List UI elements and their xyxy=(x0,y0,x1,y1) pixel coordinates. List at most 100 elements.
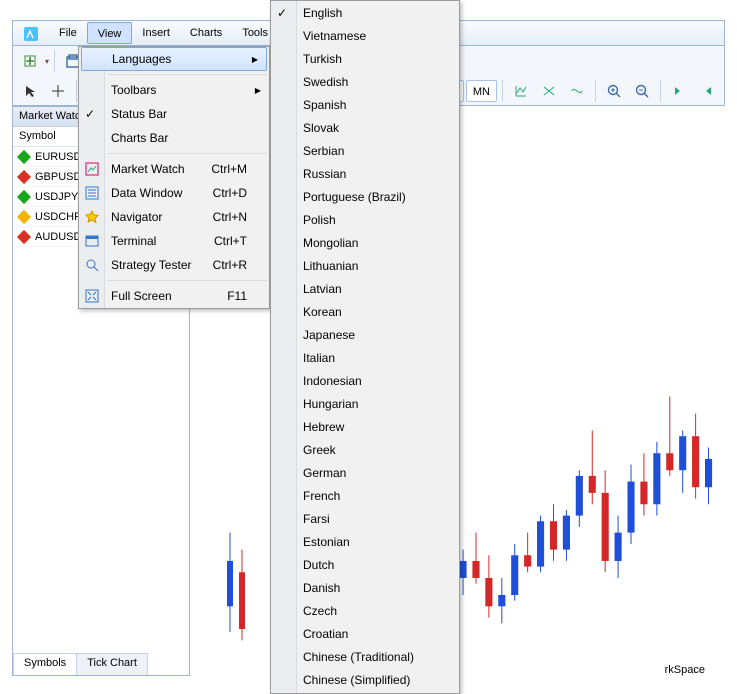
shortcut-label: Ctrl+T xyxy=(214,234,247,248)
language-label: Estonian xyxy=(303,535,350,549)
hold-arrow-icon xyxy=(17,209,31,223)
language-lithuanian[interactable]: Lithuanian xyxy=(271,254,459,277)
app-icon xyxy=(17,22,45,46)
language-dutch[interactable]: Dutch xyxy=(271,553,459,576)
view-menu-navigator[interactable]: NavigatorCtrl+N xyxy=(79,205,269,229)
language-label: Hebrew xyxy=(303,420,344,434)
language-label: Hungarian xyxy=(303,397,358,411)
up-arrow-icon xyxy=(17,149,31,163)
language-label: Dutch xyxy=(303,558,334,572)
menu-item-label: Toolbars xyxy=(111,83,156,97)
down-arrow-icon xyxy=(17,229,31,243)
language-label: Chinese (Traditional) xyxy=(303,650,414,664)
menu-separator xyxy=(107,153,267,154)
language-label: Korean xyxy=(303,305,342,319)
language-portuguese-brazil-[interactable]: Portuguese (Brazil) xyxy=(271,185,459,208)
language-slovak[interactable]: Slovak xyxy=(271,116,459,139)
indicator-button-3[interactable] xyxy=(564,79,590,103)
menu-item-label: Status Bar xyxy=(111,107,167,121)
cursor-tool[interactable] xyxy=(17,79,43,103)
new-chart-button[interactable] xyxy=(17,49,43,73)
up-arrow-icon xyxy=(17,189,31,203)
step-back-button[interactable] xyxy=(666,79,692,103)
view-menu-status-bar[interactable]: ✓ Status Bar xyxy=(79,102,269,126)
language-polish[interactable]: Polish xyxy=(271,208,459,231)
view-menu-languages[interactable]: Languages▶ xyxy=(81,47,267,71)
language-japanese[interactable]: Japanese xyxy=(271,323,459,346)
timeframe-mn[interactable]: MN xyxy=(466,80,497,102)
symbol-label: GBPUSD xyxy=(35,171,81,183)
view-menu-charts-bar[interactable]: Charts Bar xyxy=(79,126,269,150)
menu-item-label: Terminal xyxy=(111,234,156,248)
language-label: Latvian xyxy=(303,282,342,296)
menu-item-label: Data Window xyxy=(111,186,182,200)
language-german[interactable]: German xyxy=(271,461,459,484)
language-czech[interactable]: Czech xyxy=(271,599,459,622)
symbol-label: EURUSD xyxy=(35,151,81,163)
language-label: Spanish xyxy=(303,98,346,112)
indicator-button-1[interactable] xyxy=(508,79,534,103)
view-menu-data-window[interactable]: Data Window Ctrl+D xyxy=(79,181,269,205)
view-menu-terminal[interactable]: Terminal Ctrl+T xyxy=(79,229,269,253)
language-label: Russian xyxy=(303,167,346,181)
menu-charts[interactable]: Charts xyxy=(180,21,232,45)
language-label: Polish xyxy=(303,213,336,227)
menu-item-label: Charts Bar xyxy=(111,131,168,145)
view-menu-market-watch[interactable]: Market Watch Ctrl+M xyxy=(79,157,269,181)
market-watch-tab-tick-chart[interactable]: Tick Chart xyxy=(76,653,148,675)
language-label: Italian xyxy=(303,351,335,365)
view-menu-full-screen[interactable]: Full ScreenF11 xyxy=(79,284,269,308)
symbol-label: USDCHF xyxy=(35,211,81,223)
crosshair-tool[interactable] xyxy=(45,79,71,103)
language-hebrew[interactable]: Hebrew xyxy=(271,415,459,438)
check-icon: ✓ xyxy=(277,6,287,20)
language-label: French xyxy=(303,489,340,503)
indicator-button-2[interactable] xyxy=(536,79,562,103)
language-italian[interactable]: Italian xyxy=(271,346,459,369)
language-danish[interactable]: Danish xyxy=(271,576,459,599)
shortcut-label: Ctrl+D xyxy=(213,186,247,200)
language-serbian[interactable]: Serbian xyxy=(271,139,459,162)
market-watch-tabs: SymbolsTick Chart xyxy=(13,653,189,675)
menu-item-label: Navigator xyxy=(111,210,162,224)
language-greek[interactable]: Greek xyxy=(271,438,459,461)
menu-insert[interactable]: Insert xyxy=(132,21,180,45)
language-chinese-simplified-[interactable]: Chinese (Simplified) xyxy=(271,668,459,691)
menu-view[interactable]: View xyxy=(87,22,133,44)
language-farsi[interactable]: Farsi xyxy=(271,507,459,530)
language-label: Chinese (Simplified) xyxy=(303,673,410,687)
language-indonesian[interactable]: Indonesian xyxy=(271,369,459,392)
zoom-out-button[interactable] xyxy=(629,79,655,103)
market-watch-tab-symbols[interactable]: Symbols xyxy=(13,653,77,675)
language-latvian[interactable]: Latvian xyxy=(271,277,459,300)
view-menu-strategy-tester[interactable]: Strategy TesterCtrl+R xyxy=(79,253,269,277)
language-estonian[interactable]: Estonian xyxy=(271,530,459,553)
language-russian[interactable]: Russian xyxy=(271,162,459,185)
menu-file[interactable]: File xyxy=(49,21,87,45)
menu-separator xyxy=(107,280,267,281)
shortcut-label: Ctrl+M xyxy=(211,162,247,176)
menu-item-label: Market Watch xyxy=(111,162,185,176)
language-turkish[interactable]: Turkish xyxy=(271,47,459,70)
language-chinese-traditional-[interactable]: Chinese (Traditional) xyxy=(271,645,459,668)
language-label: Mongolian xyxy=(303,236,358,250)
down-arrow-icon xyxy=(17,169,31,183)
language-label: English xyxy=(303,6,342,20)
language-spanish[interactable]: Spanish xyxy=(271,93,459,116)
language-french[interactable]: French xyxy=(271,484,459,507)
language-label: Japanese xyxy=(303,328,355,342)
step-forward-button[interactable] xyxy=(694,79,720,103)
menu-item-label: Strategy Tester xyxy=(111,258,191,272)
language-english[interactable]: ✓ English xyxy=(271,1,459,24)
language-vietnamese[interactable]: Vietnamese xyxy=(271,24,459,47)
language-label: Portuguese (Brazil) xyxy=(303,190,406,204)
language-label: Indonesian xyxy=(303,374,362,388)
language-mongolian[interactable]: Mongolian xyxy=(271,231,459,254)
language-korean[interactable]: Korean xyxy=(271,300,459,323)
language-swedish[interactable]: Swedish xyxy=(271,70,459,93)
language-hungarian[interactable]: Hungarian xyxy=(271,392,459,415)
check-icon: ✓ xyxy=(85,107,95,121)
language-croatian[interactable]: Croatian xyxy=(271,622,459,645)
view-menu-toolbars[interactable]: Toolbars▶ xyxy=(79,78,269,102)
zoom-in-button[interactable] xyxy=(601,79,627,103)
